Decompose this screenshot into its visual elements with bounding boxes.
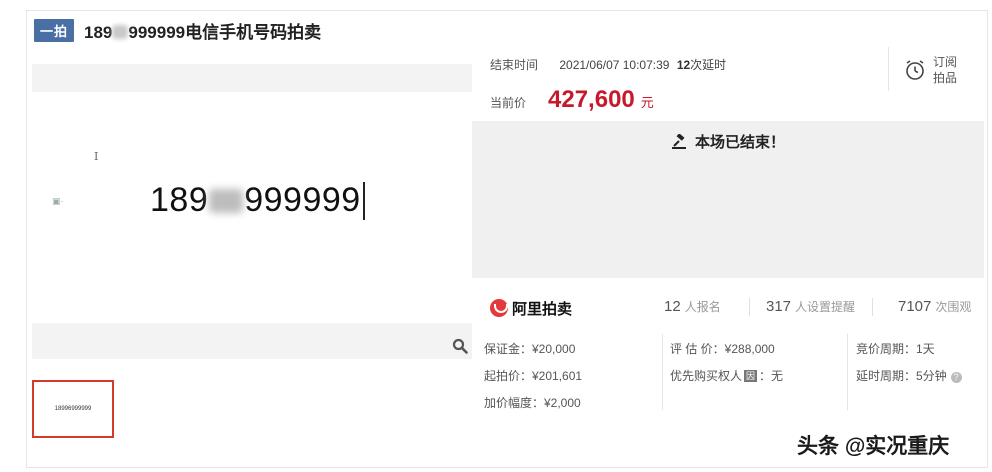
current-price-row: 当前价 427,600 元 xyxy=(490,86,654,114)
blurred-digits xyxy=(112,24,129,39)
help-icon[interactable]: ? xyxy=(950,372,962,383)
blurred-digits xyxy=(209,188,244,213)
end-time-value: 2021/06/07 10:07:39 xyxy=(559,58,670,72)
end-time-row: 结束时间 2021/06/07 10:07:39 12次延时 xyxy=(490,56,726,73)
main-image-phone-number[interactable]: 189 999999 xyxy=(150,181,365,220)
divider xyxy=(888,47,889,91)
listing-title: 189 999999电信手机号码拍卖 xyxy=(84,22,322,42)
listing-page: 一拍 189 999999电信手机号码拍卖 I ▣· 189 999999 1899… xyxy=(0,0,992,472)
extension-count: 12 xyxy=(676,58,691,72)
priority-buyer: 优先购买权人因：无 xyxy=(670,369,784,383)
price-unit: 元 xyxy=(640,95,654,110)
bid-increment: 加价幅度：¥2,000 xyxy=(484,396,581,410)
zoom-search-icon[interactable] xyxy=(452,338,468,359)
assessed-price: 评 估 价：¥288,000 xyxy=(670,342,775,356)
view-count: 7107 次围观 xyxy=(898,298,972,315)
listing-title-row: 一拍 189 999999电信手机号码拍卖 xyxy=(34,18,321,42)
delay-cycle: 延时周期：5分钟? xyxy=(856,367,962,394)
image-thumbnail[interactable]: 18996999999 xyxy=(32,380,114,438)
text-caret xyxy=(362,181,365,220)
subscribe-label-1: 订阅 xyxy=(933,55,958,69)
extension-label: 次延时 xyxy=(690,58,727,72)
current-price-value: 427,600 xyxy=(548,86,635,113)
alarm-clock-icon xyxy=(906,60,924,80)
current-price-label: 当前价 xyxy=(490,96,527,110)
watermark: 头条 @实况重庆 xyxy=(797,435,950,458)
divider xyxy=(749,298,750,316)
document-icon: ▣· xyxy=(52,196,64,206)
subscribe-button[interactable]: 订阅 拍品 xyxy=(904,54,957,86)
start-price: 起拍价：¥201,601 xyxy=(484,369,583,383)
auction-ended-panel: 本场已结束！ xyxy=(472,121,984,278)
divider xyxy=(662,334,663,410)
deposit: 保证金：¥20,000 xyxy=(484,342,576,356)
divider xyxy=(872,298,873,316)
ali-logo-icon xyxy=(490,299,508,317)
image-viewer-bottom-band xyxy=(32,323,472,359)
gavel-icon xyxy=(671,133,686,149)
auction-ended-message: 本场已结束！ xyxy=(472,131,984,152)
auction-type-tag: 一拍 xyxy=(34,18,75,42)
bidding-cycle: 竞价周期：1天 xyxy=(856,342,935,356)
text-cursor-icon: I xyxy=(94,150,99,163)
subscribe-label-2: 拍品 xyxy=(933,71,958,85)
divider xyxy=(847,334,848,410)
image-viewer-top-band xyxy=(32,64,472,92)
ali-auction-logo: 阿里拍卖 xyxy=(490,298,572,319)
signup-count: 12 人报名 xyxy=(664,298,721,315)
priority-badge[interactable]: 因 xyxy=(744,370,758,382)
end-time-label: 结束时间 xyxy=(490,58,539,72)
reminder-count: 317 人设置提醒 xyxy=(766,298,856,315)
